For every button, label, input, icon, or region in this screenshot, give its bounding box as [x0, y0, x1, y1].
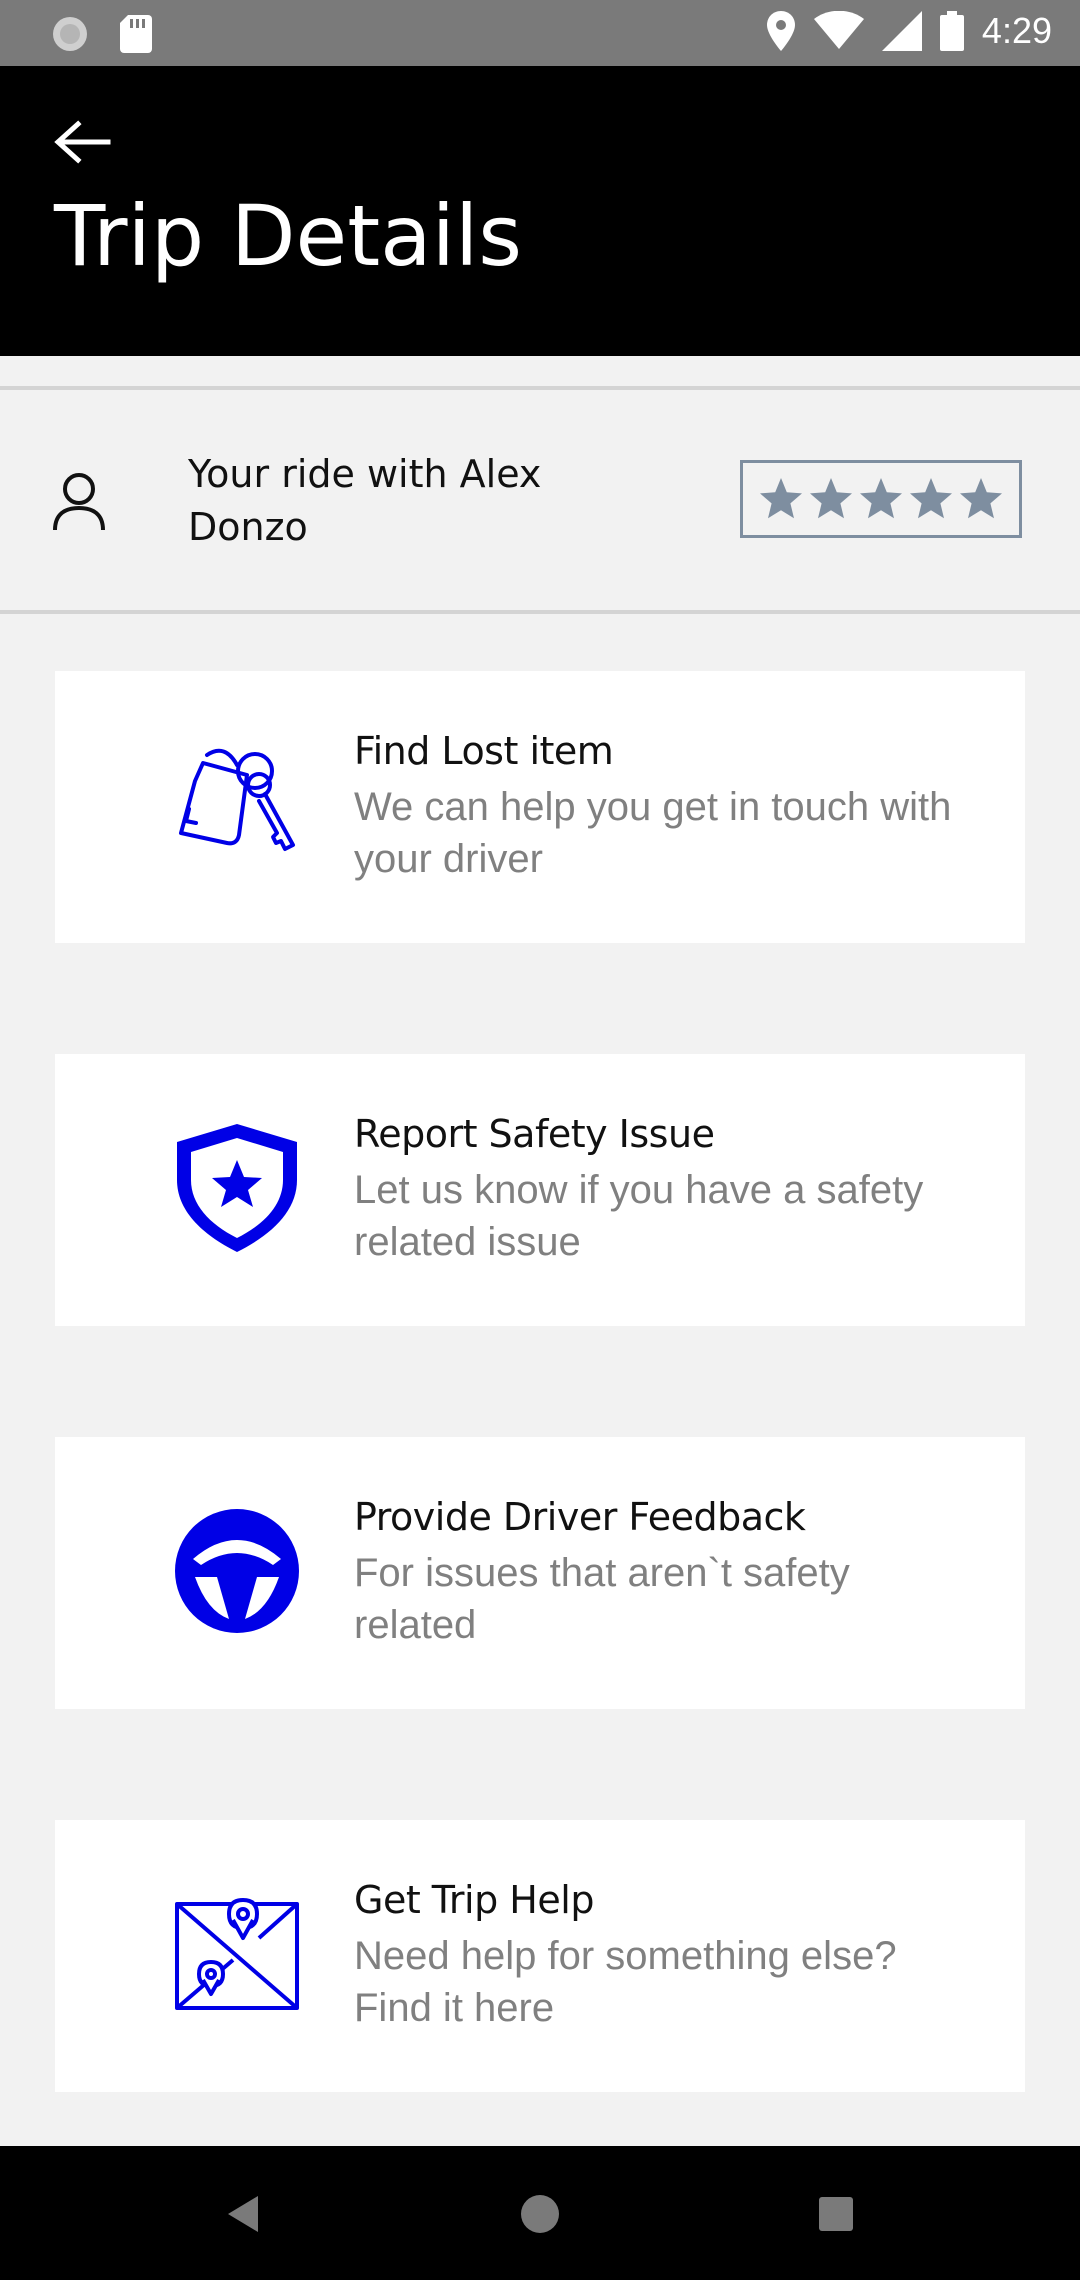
card-description: Let us know if you have a safety related… [354, 1168, 924, 1264]
rating-stars[interactable] [740, 460, 1022, 538]
location-icon [766, 11, 795, 51]
steering-wheel-icon [175, 1509, 299, 1633]
provide-driver-feedback-card[interactable]: Provide Driver Feedback For issues that … [55, 1437, 1025, 1709]
report-safety-issue-card[interactable]: Report Safety Issue Let us know if you h… [55, 1054, 1025, 1326]
back-triangle-icon[interactable] [222, 2190, 270, 2238]
divider [0, 610, 1080, 614]
card-description: For issues that aren`t safety related [354, 1551, 850, 1647]
battery-icon [939, 11, 964, 51]
system-nav-bar [0, 2146, 1080, 2280]
keys-tag-icon [179, 748, 295, 851]
status-bar: 4:29 [0, 0, 1080, 66]
map-pin-icon [175, 1898, 299, 2010]
status-time: 4:29 [981, 10, 1052, 51]
star-icon[interactable] [907, 475, 955, 523]
card-title: Provide Driver Feedback [354, 1495, 806, 1539]
find-lost-item-card[interactable]: Find Lost item We can help you get in to… [55, 671, 1025, 943]
star-icon[interactable] [957, 475, 1005, 523]
get-trip-help-card[interactable]: Get Trip Help Need help for something el… [55, 1820, 1025, 2092]
wifi-icon [813, 11, 864, 49]
shield-star-icon [177, 1124, 297, 1252]
back-button[interactable] [52, 120, 112, 164]
card-description: Need help for something else? Find it he… [354, 1934, 897, 2030]
person-icon [53, 473, 105, 531]
ride-summary: Your ride with Alex Donzo [0, 392, 1080, 606]
back-arrow-icon [54, 120, 111, 164]
card-title: Get Trip Help [354, 1878, 594, 1922]
home-circle-icon[interactable] [516, 2190, 564, 2238]
cell-signal-icon [881, 11, 922, 51]
card-description: We can help you get in touch with your d… [354, 785, 952, 881]
ride-title: Your ride with Alex Donzo [188, 452, 542, 549]
recents-square-icon[interactable] [812, 2190, 860, 2238]
card-title: Report Safety Issue [354, 1112, 715, 1156]
sync-icon [53, 17, 87, 51]
sd-card-icon [120, 15, 152, 53]
app-header: Trip Details [0, 66, 1080, 356]
star-icon[interactable] [857, 475, 905, 523]
star-icon[interactable] [807, 475, 855, 523]
card-title: Find Lost item [354, 729, 614, 773]
page-title: Trip Details [54, 187, 523, 285]
divider [0, 386, 1080, 390]
star-icon[interactable] [757, 475, 805, 523]
